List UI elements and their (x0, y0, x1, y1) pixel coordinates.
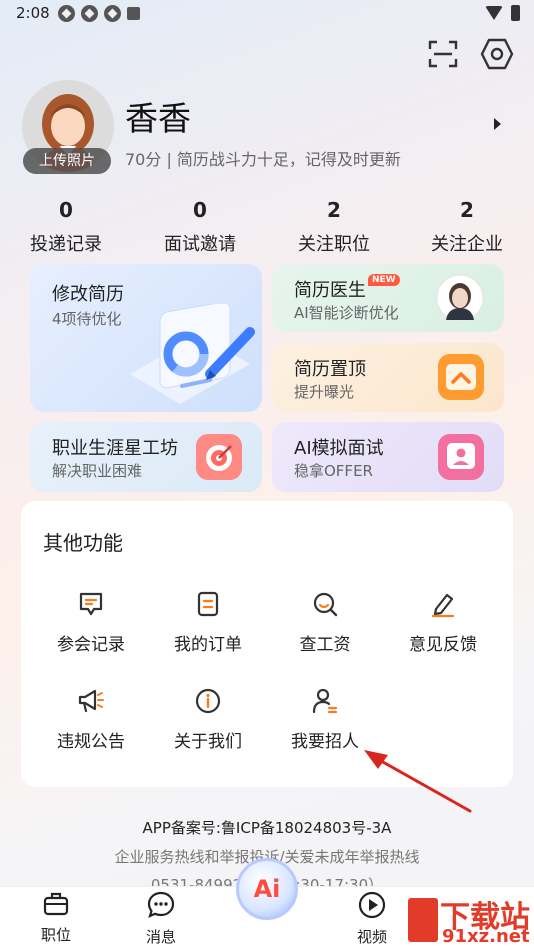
card-subtitle: AI智能诊断优化 (294, 304, 399, 322)
function-my-orders[interactable]: 我的订单 (149, 590, 267, 655)
pin-top-icon (438, 354, 484, 400)
settings-icon[interactable] (480, 37, 514, 71)
function-meeting-records[interactable]: 参会记录 (32, 590, 150, 655)
stat-value: 2 (327, 198, 341, 222)
function-feedback[interactable]: 意见反馈 (384, 590, 502, 655)
card-subtitle: 提升曝光 (294, 383, 355, 401)
chevron-right-icon[interactable] (494, 118, 501, 130)
nav-video[interactable]: 视频 (342, 890, 402, 947)
card-subtitle: 解决职业困难 (52, 462, 143, 480)
stat-label: 面试邀请 (164, 234, 236, 255)
function-violation-notice[interactable]: 违规公告 (32, 687, 150, 752)
target-icon (196, 434, 242, 480)
function-label: 意见反馈 (409, 635, 477, 655)
site-watermark: 下载站 91xz.net (408, 892, 534, 950)
card-title: 修改简历 (52, 284, 124, 305)
recruit-icon (312, 688, 338, 714)
user-name: 香香 (125, 99, 191, 138)
nav-jobs[interactable]: 职位 (26, 890, 86, 945)
status-system-icons (485, 5, 520, 21)
ai-interview-card[interactable]: AI模拟面试 稳拿OFFER (272, 422, 504, 492)
stat-interviews[interactable]: 0 面试邀请 (140, 198, 260, 256)
stat-followed-jobs[interactable]: 2 关注职位 (274, 198, 394, 256)
upload-photo-button[interactable]: 上传照片 (23, 148, 111, 174)
ai-label: Ai (253, 875, 281, 903)
nav-label: 职位 (40, 926, 71, 944)
ai-assistant-button[interactable]: Ai (236, 858, 298, 920)
wifi-icon (485, 6, 503, 20)
stat-value: 0 (59, 198, 73, 222)
watermark-url: 91xz.net (442, 926, 530, 947)
stat-value: 2 (460, 198, 474, 222)
app-notification-icon (81, 5, 98, 22)
edit-resume-card[interactable]: 修改简历 4项待优化 (30, 264, 262, 412)
section-title: 其他功能 (43, 531, 123, 555)
function-label: 我的订单 (174, 635, 242, 655)
resume-edit-illustration (130, 304, 255, 404)
stat-label: 关注企业 (431, 234, 503, 255)
career-workshop-card[interactable]: 职业生涯星工坊 解决职业困难 (30, 422, 262, 492)
salary-search-icon (313, 592, 338, 617)
card-title: AI模拟面试 (294, 438, 384, 459)
nav-label: 消息 (145, 928, 176, 946)
resume-top-card[interactable]: 简历置顶 提升曝光 (272, 343, 504, 412)
card-title: 职业生涯星工坊 (52, 438, 178, 459)
nav-messages[interactable]: 消息 (131, 890, 191, 947)
card-title: 简历医生 (294, 280, 366, 301)
resume-doctor-card[interactable]: 简历医生 NEW AI智能诊断优化 (272, 264, 504, 332)
stat-applications[interactable]: 0 投递记录 (6, 198, 126, 256)
card-title: 简历置顶 (294, 359, 366, 380)
briefcase-icon (43, 892, 69, 916)
status-notification-icons (58, 5, 140, 22)
watermark-logo-icon (408, 898, 438, 942)
message-icon (147, 891, 175, 918)
info-icon (195, 688, 221, 714)
stat-label: 关注职位 (298, 234, 370, 255)
function-label: 查工资 (299, 635, 351, 655)
function-recruit[interactable]: 我要招人 (266, 687, 384, 752)
stat-label: 投递记录 (30, 234, 102, 255)
interview-screen-icon (438, 434, 484, 480)
function-label: 关于我们 (174, 732, 242, 752)
order-icon (197, 591, 219, 617)
app-notification-icon (104, 5, 121, 22)
video-icon (358, 891, 386, 919)
megaphone-icon (78, 689, 104, 713)
icp-record-text: APP备案号:鲁ICP备18024803号-3A (142, 819, 392, 837)
function-label: 违规公告 (57, 732, 125, 752)
user-description: 70分 | 简历战斗力十足，记得及时更新 (125, 150, 401, 169)
battery-icon (511, 5, 520, 21)
nav-label: 视频 (356, 928, 387, 946)
function-about-us[interactable]: 关于我们 (149, 687, 267, 752)
chat-record-icon (79, 592, 103, 616)
app-notification-icon (127, 7, 140, 20)
status-time: 2:08 (16, 4, 50, 22)
scan-icon[interactable] (428, 40, 458, 68)
stat-value: 0 (193, 198, 207, 222)
feedback-pen-icon (431, 593, 455, 618)
new-badge: NEW (368, 274, 400, 286)
function-check-salary[interactable]: 查工资 (266, 590, 384, 655)
doctor-avatar-icon (436, 274, 484, 322)
annotation-arrow (364, 750, 472, 813)
card-subtitle: 稳拿OFFER (294, 462, 373, 480)
stat-followed-companies[interactable]: 2 关注企业 (407, 198, 527, 256)
app-notification-icon (58, 5, 75, 22)
function-label: 参会记录 (57, 635, 125, 655)
